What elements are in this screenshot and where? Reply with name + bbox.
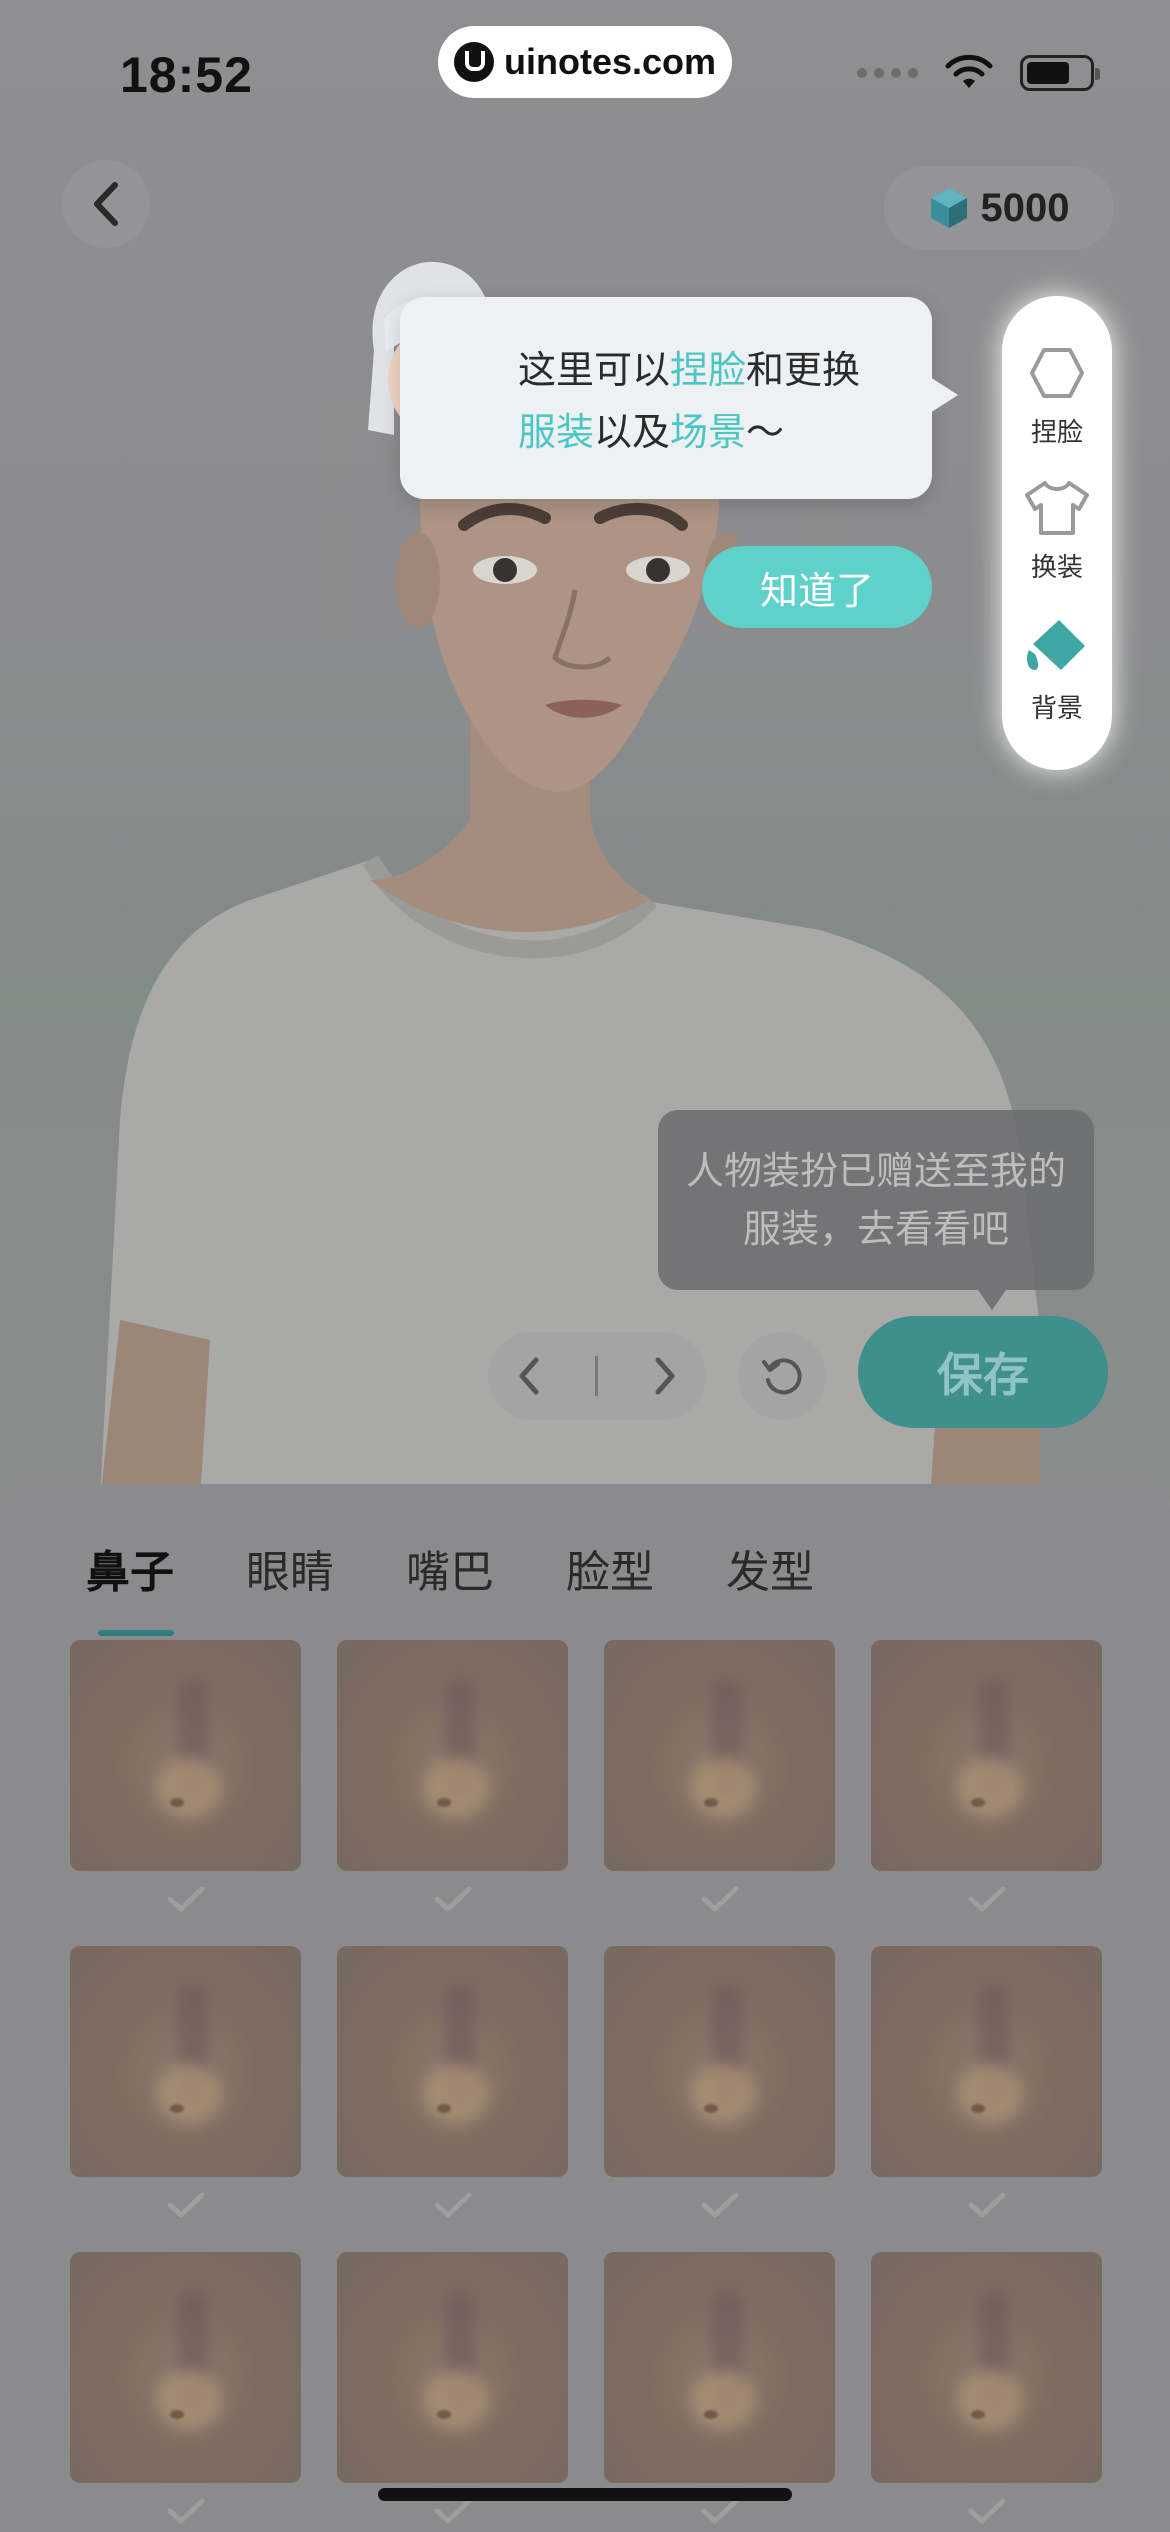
guide-bubble: 这里可以捏脸和更换 服装以及场景～ (400, 297, 958, 499)
guide-line-1: 这里可以捏脸和更换 (518, 339, 902, 401)
check-icon (167, 2192, 204, 2218)
divider (595, 1356, 599, 1396)
check-icon (701, 2192, 738, 2218)
nose-thumbnail (871, 2252, 1102, 2483)
tab-hairstyle[interactable]: 发型 (726, 1536, 814, 1600)
nose-thumbnail (337, 1946, 568, 2177)
coin-count: 5000 (980, 185, 1070, 230)
nose-thumbnail (70, 1946, 301, 2177)
tshirt-icon (1025, 481, 1089, 535)
side-item-outfit[interactable]: 换装 (1023, 479, 1091, 584)
check-icon (434, 2498, 471, 2524)
signal-icon (857, 68, 918, 78)
wifi-icon (945, 54, 993, 88)
tab-mouth[interactable]: 嘴巴 (406, 1536, 494, 1600)
customize-sheet: 鼻子 眼睛 嘴巴 脸型 发型 (0, 1484, 1170, 2532)
side-menu: 捏脸 换装 背景 (1002, 296, 1112, 770)
check-icon (701, 1886, 738, 1912)
check-icon (968, 2192, 1005, 2218)
guide-highlight-face: 捏脸 (670, 348, 747, 392)
chevron-right-icon[interactable] (650, 1354, 680, 1398)
nose-thumbnail (70, 2252, 301, 2483)
nose-option[interactable] (604, 1640, 835, 1946)
save-button[interactable]: 保存 (858, 1316, 1108, 1428)
guide-text: 以及 (594, 410, 671, 454)
nose-option[interactable] (70, 2252, 301, 2532)
guide-line-2: 服装以及场景～ (518, 401, 902, 463)
nose-thumbnail (604, 1640, 835, 1871)
status-icons (857, 54, 1100, 92)
reset-icon (762, 1358, 802, 1395)
guide-highlight-scene: 场景 (670, 410, 747, 454)
check-icon (701, 2498, 738, 2524)
status-time: 18:52 (120, 47, 253, 103)
reset-button[interactable] (738, 1332, 826, 1420)
watermark-logo-icon (453, 42, 494, 82)
nose-thumbnail (337, 1640, 568, 1871)
cube-gem-icon (930, 188, 967, 228)
side-item-label: 换装 (1030, 553, 1083, 583)
guide-text: 这里可以 (518, 348, 671, 392)
side-item-label: 背景 (1030, 694, 1083, 724)
chevron-left-icon (94, 182, 118, 226)
side-item-background[interactable]: 背景 (1023, 614, 1091, 725)
check-icon (434, 2192, 471, 2218)
battery-icon (1020, 55, 1100, 91)
nose-option[interactable] (871, 1640, 1102, 1946)
nose-option-grid (70, 1640, 1102, 2532)
nose-option[interactable] (871, 1946, 1102, 2252)
guide-highlight-outfit: 服装 (518, 410, 595, 454)
guide-text: ～ (746, 410, 785, 454)
guide-text: 和更换 (746, 348, 861, 392)
nose-option[interactable] (337, 1640, 568, 1946)
check-icon (434, 1886, 471, 1912)
tab-face-shape[interactable]: 脸型 (566, 1536, 654, 1600)
paint-bucket-icon (1027, 620, 1085, 670)
tab-nose[interactable]: 鼻子 (86, 1536, 174, 1636)
toast-line-1: 人物装扮已赠送至我的 (685, 1149, 1066, 1193)
nose-thumbnail (871, 1946, 1102, 2177)
check-icon (167, 2498, 204, 2524)
nose-option[interactable] (70, 1640, 301, 1946)
side-item-label: 捏脸 (1030, 418, 1083, 448)
home-indicator (378, 2488, 792, 2501)
nose-option[interactable] (70, 1946, 301, 2252)
back-button[interactable] (62, 160, 150, 248)
nose-thumbnail (604, 2252, 835, 2483)
check-icon (968, 2498, 1005, 2524)
nose-option[interactable] (604, 1946, 835, 2252)
watermark: uinotes.com (438, 26, 732, 98)
nose-thumbnail (70, 1640, 301, 1871)
nose-option[interactable] (871, 2252, 1102, 2532)
coin-balance[interactable]: 5000 (884, 166, 1114, 250)
feature-tabs: 鼻子 眼睛 嘴巴 脸型 发型 (86, 1536, 814, 1636)
face-outline-icon (1030, 348, 1084, 398)
tab-eyes[interactable]: 眼睛 (246, 1536, 334, 1600)
gift-toast: 人物装扮已赠送至我的 服装，去看看吧 (658, 1110, 1094, 1310)
check-icon (968, 1886, 1005, 1912)
chevron-left-icon[interactable] (514, 1354, 544, 1398)
nose-thumbnail (871, 1640, 1102, 1871)
nose-option[interactable] (337, 1946, 568, 2252)
nose-thumbnail (337, 2252, 568, 2483)
got-it-button[interactable]: 知道了 (702, 546, 932, 628)
watermark-text: uinotes.com (503, 41, 717, 82)
check-icon (167, 1886, 204, 1912)
nose-thumbnail (604, 1946, 835, 2177)
side-item-face[interactable]: 捏脸 (1028, 344, 1086, 449)
toast-line-2: 服装，去看看吧 (742, 1207, 1009, 1251)
pose-switcher (488, 1332, 706, 1420)
